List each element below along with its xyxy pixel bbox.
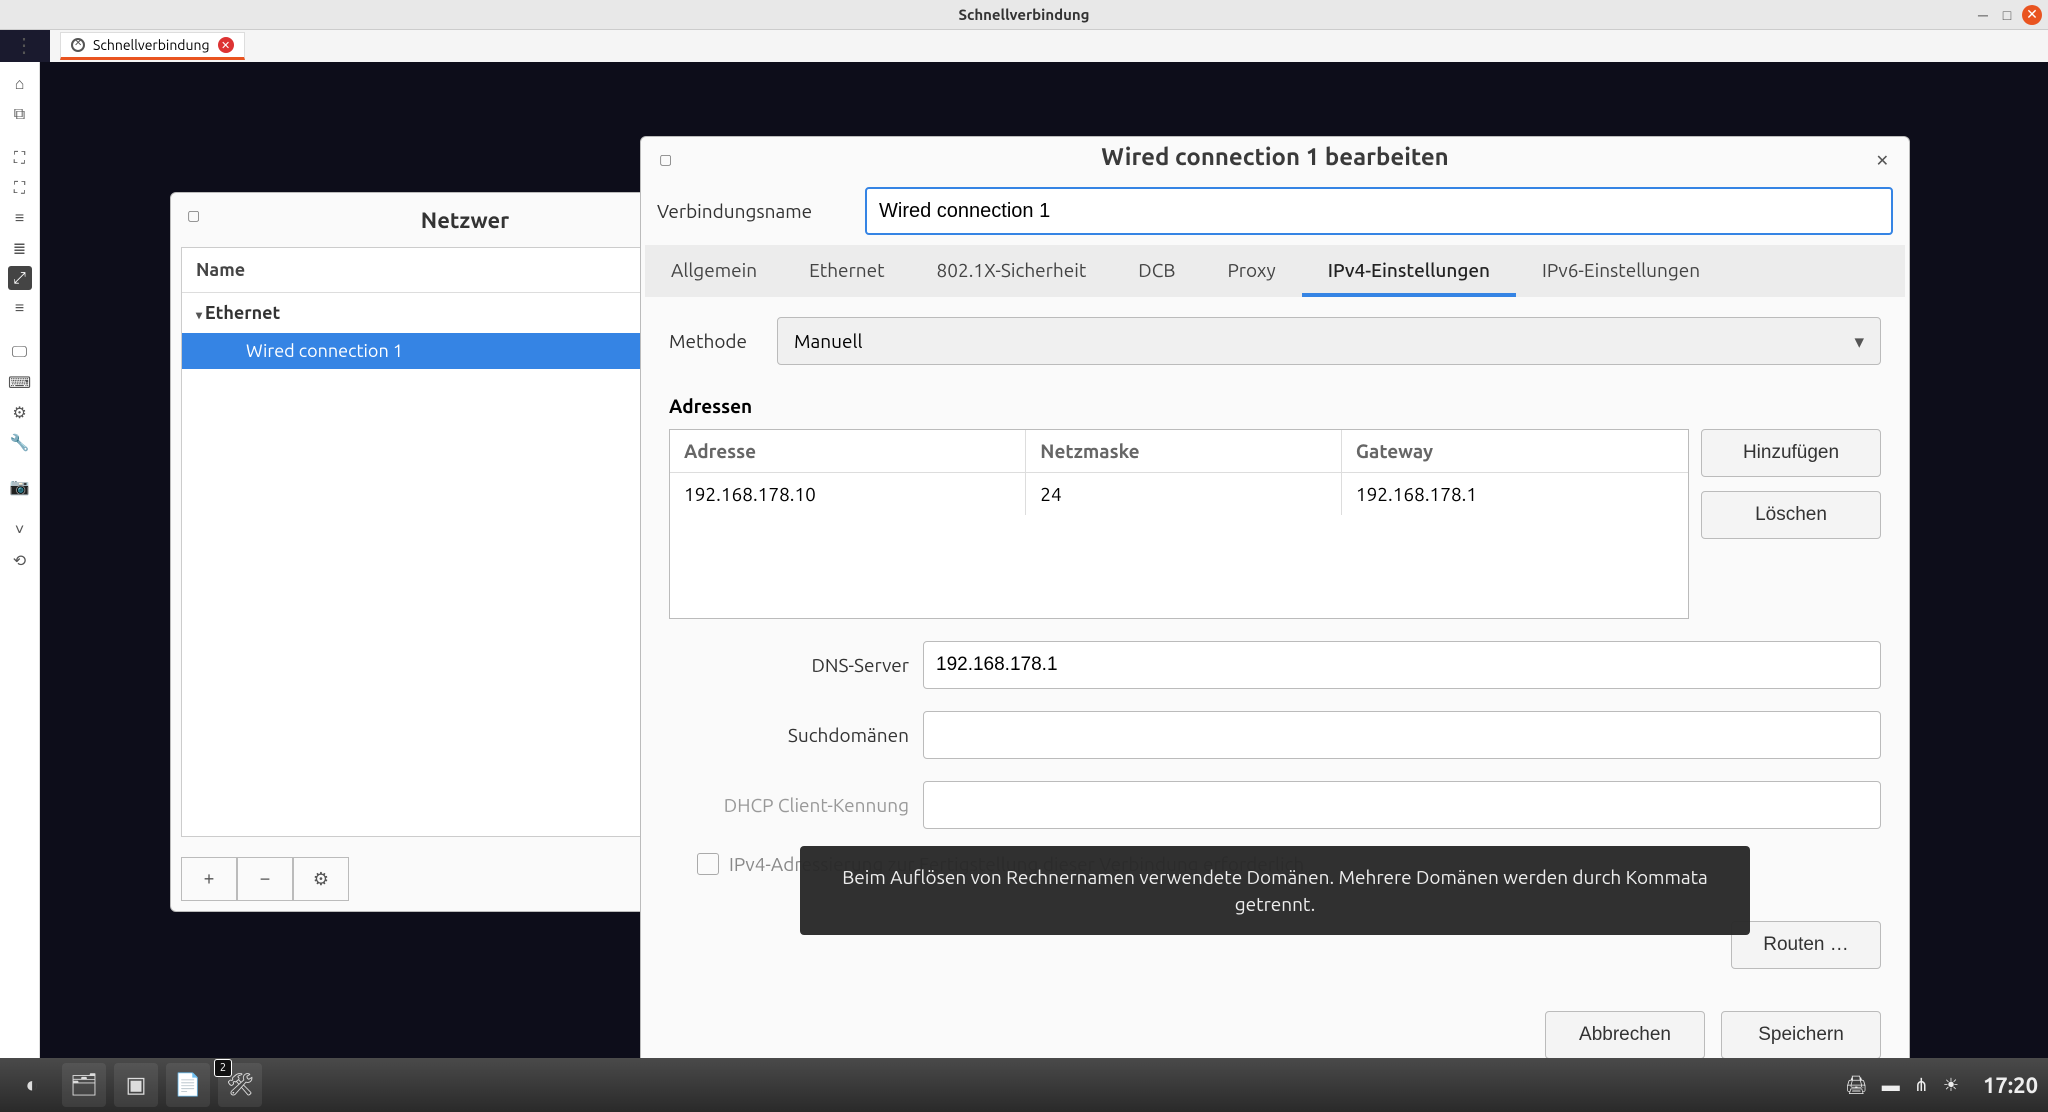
dialog-pin-icon[interactable]: ▢ bbox=[659, 151, 672, 168]
texteditor-taskbar-icon[interactable]: 📄 bbox=[166, 1063, 210, 1107]
lines-icon[interactable]: ≣ bbox=[8, 236, 32, 260]
remove-connection-button[interactable]: − bbox=[237, 857, 293, 901]
brightness-tray-icon[interactable]: ☀ bbox=[1943, 1075, 1959, 1096]
taskbar-clock[interactable]: 17:20 bbox=[1983, 1073, 2038, 1098]
terminal-taskbar-icon[interactable]: ▣ bbox=[114, 1063, 158, 1107]
monitor-icon[interactable]: 🖵 bbox=[8, 340, 32, 364]
cancel-button[interactable]: Abbrechen bbox=[1545, 1011, 1705, 1059]
start-menu-icon[interactable]: ◐ bbox=[10, 1063, 54, 1107]
disconnect-icon[interactable]: ⟲ bbox=[8, 548, 32, 572]
dialog-close-button[interactable]: ✕ bbox=[1876, 151, 1889, 170]
search-domains-label: Suchdomänen bbox=[669, 724, 909, 746]
gateway-cell[interactable]: 192.168.178.1 bbox=[1342, 473, 1688, 515]
scale-icon[interactable]: ⤢ bbox=[8, 266, 32, 290]
address-cell[interactable]: 192.168.178.10 bbox=[670, 473, 1026, 515]
search-domains-tooltip: Beim Auflösen von Rechnernamen verwendet… bbox=[800, 846, 1750, 935]
add-address-button[interactable]: Hinzufügen bbox=[1701, 429, 1881, 477]
method-select[interactable]: Manuell ▾ bbox=[777, 317, 1881, 365]
tab-ipv6-settings[interactable]: IPv6-Einstellungen bbox=[1516, 245, 1726, 297]
chevron-down-icon: ▾ bbox=[1854, 330, 1864, 353]
addresses-table: Adresse Netzmaske Gateway 192.168.178.10… bbox=[669, 429, 1689, 619]
files-taskbar-icon[interactable]: 🗂 bbox=[62, 1063, 106, 1107]
connection-status-icon bbox=[71, 38, 85, 52]
window-title: Schnellverbindung bbox=[0, 6, 2048, 23]
edit-connection-button[interactable]: ⚙ bbox=[293, 857, 349, 901]
keyboard-icon[interactable]: ⌨ bbox=[8, 370, 32, 394]
settings-tabs: Allgemein Ethernet 802.1X-Sicherheit DCB… bbox=[645, 245, 1905, 297]
selection-icon[interactable]: ⛶ bbox=[8, 146, 32, 170]
dns-server-label: DNS-Server bbox=[669, 654, 909, 676]
search-domains-input[interactable] bbox=[923, 711, 1881, 759]
dhcp-client-id-label: DHCP Client-Kennung bbox=[669, 794, 909, 816]
tab-proxy[interactable]: Proxy bbox=[1201, 245, 1301, 297]
method-value: Manuell bbox=[794, 330, 862, 352]
new-window-icon[interactable]: ⧉ bbox=[8, 102, 32, 126]
method-label: Methode bbox=[669, 330, 759, 352]
home-icon[interactable]: ⌂ bbox=[8, 72, 32, 96]
connection-tab[interactable]: Schnellverbindung ✕ bbox=[60, 32, 245, 60]
camera-icon[interactable]: 📷 bbox=[8, 474, 32, 498]
tab-ethernet[interactable]: Ethernet bbox=[783, 245, 910, 297]
settings-gear-icon[interactable]: ⚙ bbox=[8, 400, 32, 424]
connection-name-input[interactable] bbox=[865, 187, 1893, 235]
routes-button[interactable]: Routen … bbox=[1731, 921, 1881, 969]
app-tabstrip: Schnellverbindung ✕ bbox=[50, 30, 2048, 62]
add-connection-button[interactable]: + bbox=[181, 857, 237, 901]
col-address: Adresse bbox=[670, 430, 1026, 472]
chevron-down-icon[interactable]: ˅ bbox=[8, 518, 32, 542]
addresses-heading: Adressen bbox=[669, 395, 1881, 417]
network-settings-taskbar-icon[interactable]: 🛠 bbox=[218, 1063, 262, 1107]
window-close-button[interactable]: ✕ bbox=[2022, 5, 2042, 25]
battery-tray-icon[interactable]: ▬ bbox=[1882, 1075, 1900, 1096]
netmask-cell[interactable]: 24 bbox=[1026, 473, 1342, 515]
ipv4-required-checkbox[interactable] bbox=[697, 853, 719, 875]
tab-dcb[interactable]: DCB bbox=[1112, 245, 1201, 297]
wrench-icon[interactable]: 🔧 bbox=[8, 430, 32, 454]
system-tray: 🖨 ▬ ⋔ ☀ 17:20 bbox=[1845, 1073, 2038, 1098]
pin-icon[interactable]: ▢ bbox=[187, 207, 200, 224]
window-maximize-button[interactable]: □ bbox=[1998, 6, 2016, 24]
connection-tab-label: Schnellverbindung bbox=[93, 37, 210, 53]
fullscreen-icon[interactable]: ⛶ bbox=[8, 176, 32, 200]
tab-general[interactable]: Allgemein bbox=[645, 245, 783, 297]
connection-name-label: Verbindungsname bbox=[657, 200, 847, 222]
delete-address-button[interactable]: Löschen bbox=[1701, 491, 1881, 539]
address-row[interactable]: 192.168.178.10 24 192.168.178.1 bbox=[670, 473, 1688, 515]
save-button[interactable]: Speichern bbox=[1721, 1011, 1881, 1059]
dhcp-client-id-input[interactable] bbox=[923, 781, 1881, 829]
tab-close-icon[interactable]: ✕ bbox=[218, 37, 234, 53]
col-netmask: Netzmaske bbox=[1026, 430, 1342, 472]
desktop-taskbar: ◐ 🗂 ▣ 📄 🛠 🖨 ▬ ⋔ ☀ 17:20 bbox=[0, 1058, 2048, 1112]
col-gateway: Gateway bbox=[1342, 430, 1688, 472]
dns-server-input[interactable] bbox=[923, 641, 1881, 689]
hamburger-menu-icon[interactable]: ⋮ bbox=[14, 33, 31, 57]
tab-8021x-security[interactable]: 802.1X-Sicherheit bbox=[911, 245, 1113, 297]
network-tray-icon[interactable]: ⋔ bbox=[1914, 1075, 1929, 1096]
dialog-title: Wired connection 1 bearbeiten bbox=[641, 137, 1909, 177]
window-titlebar: Schnellverbindung ─ □ ✕ bbox=[0, 0, 2048, 30]
left-toolbar: ⌂ ⧉ ⛶ ⛶ ≡ ≣ ⤢ ≡ 🖵 ⌨ ⚙ 🔧 📷 ˅ ⟲ bbox=[0, 62, 40, 1058]
list-icon[interactable]: ≡ bbox=[8, 206, 32, 230]
printer-tray-icon[interactable]: 🖨 bbox=[1845, 1075, 1868, 1096]
window-minimize-button[interactable]: ─ bbox=[1974, 6, 1992, 24]
menu-icon[interactable]: ≡ bbox=[8, 296, 32, 320]
remote-canvas: ▢ Netzwer Name Ethernet Wired connection… bbox=[40, 62, 2048, 1058]
tab-ipv4-settings[interactable]: IPv4-Einstellungen bbox=[1302, 245, 1516, 297]
